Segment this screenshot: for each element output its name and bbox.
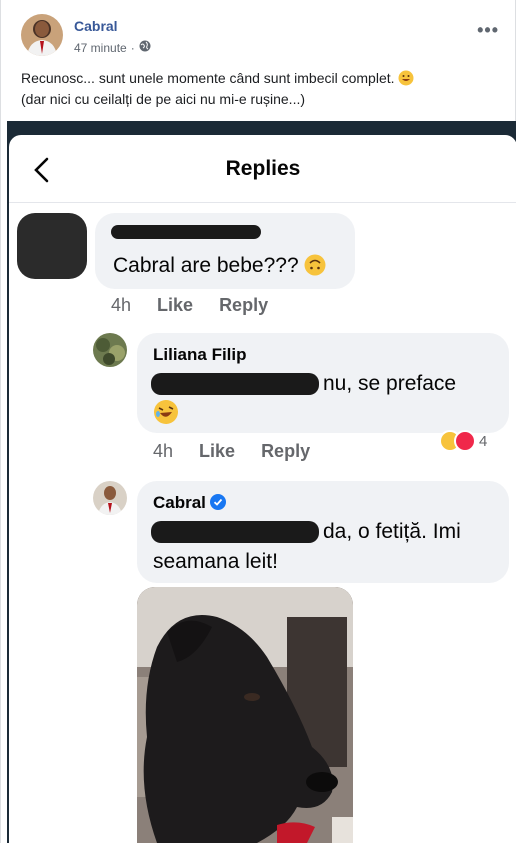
liliana-avatar[interactable]: [93, 333, 127, 367]
grinning-emoji: [398, 70, 414, 86]
comment-1-actions: 4h Like Reply: [111, 295, 268, 316]
rofl-emoji: [154, 400, 178, 424]
comment-2-reply-button[interactable]: Reply: [261, 441, 310, 462]
cabral-avatar[interactable]: [93, 481, 127, 515]
post-time[interactable]: 47 minute: [74, 41, 127, 55]
redacted-avatar: [17, 213, 87, 279]
comment-2-time: 4h: [153, 441, 174, 461]
replies-screen: Replies Cabral are bebe??? 4h Like Reply: [9, 135, 516, 843]
comment-3-text-line1: da, o fetiță. Imi: [323, 520, 461, 543]
comment-2-reactions[interactable]: 4: [439, 430, 487, 452]
comment-1-reply-button[interactable]: Reply: [219, 295, 268, 316]
replies-title: Replies: [225, 157, 301, 180]
embedded-screenshot: Replies Cabral are bebe??? 4h Like Reply: [7, 121, 516, 843]
more-icon[interactable]: •••: [477, 20, 499, 41]
facebook-post: Cabral 47 minute · ••• Recunosc... sunt …: [0, 0, 516, 843]
comment-bubble-2: Liliana Filip nu, se preface: [137, 333, 509, 433]
redacted-name: [111, 225, 261, 239]
comment-2-author[interactable]: Liliana Filip: [153, 345, 247, 365]
post-text-line2: (dar nici cu ceilalți de pe aici nu mi-e…: [21, 91, 306, 107]
dog-photo[interactable]: [137, 587, 353, 843]
comment-1-text: Cabral are bebe???: [113, 254, 299, 277]
redacted-tag: [151, 521, 319, 543]
upside-down-face-emoji: [304, 254, 326, 276]
comment-3-author[interactable]: Cabral: [153, 493, 226, 513]
comment-2-like-button[interactable]: Like: [199, 441, 235, 462]
comment-bubble-3: Cabral da, o fetiță. Imi seamana leit!: [137, 481, 509, 583]
post-text-line1: Recunosc... sunt unele momente când sunt…: [21, 70, 395, 86]
post-meta: 47 minute ·: [74, 40, 151, 55]
author-avatar[interactable]: [21, 14, 63, 56]
post-text: Recunosc... sunt unele momente când sunt…: [21, 68, 501, 110]
replies-header: Replies: [9, 135, 516, 203]
comment-2-actions: 4h Like Reply: [153, 441, 310, 462]
redacted-tag: [151, 373, 319, 395]
love-reaction-icon: [454, 430, 476, 452]
comment-3-author-name: Cabral: [153, 493, 206, 512]
comment-3-text-line2: seamana leit!: [153, 550, 278, 573]
comment-2-text: nu, se preface: [323, 372, 457, 395]
verified-badge-icon: [209, 494, 226, 510]
comment-1-like-button[interactable]: Like: [157, 295, 193, 316]
globe-icon: [139, 40, 151, 55]
comment-1-time: 4h: [111, 295, 132, 315]
post-header: Cabral 47 minute · •••: [21, 14, 501, 60]
meta-separator: ·: [130, 40, 135, 55]
post-author-name[interactable]: Cabral: [74, 18, 118, 34]
reaction-count: 4: [479, 432, 488, 450]
comment-bubble-1: Cabral are bebe???: [95, 213, 355, 289]
